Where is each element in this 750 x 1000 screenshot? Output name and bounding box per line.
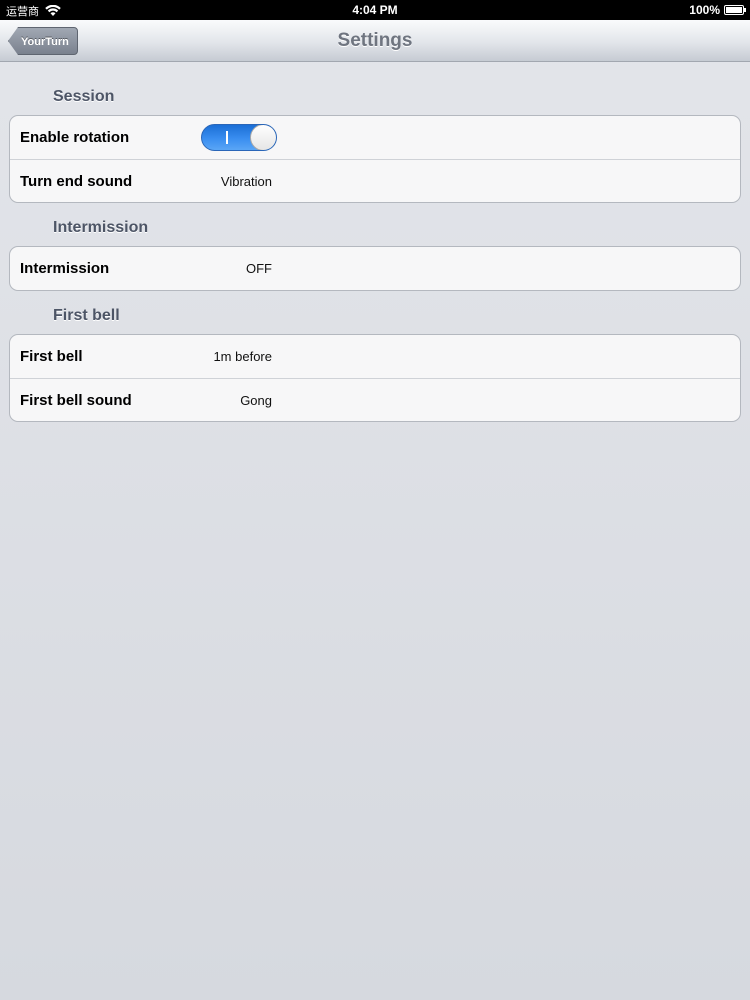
row-label: First bell sound xyxy=(20,392,132,409)
section-header-session: Session xyxy=(53,88,115,105)
toggle-on-mark-icon xyxy=(226,131,228,144)
row-label: First bell xyxy=(20,348,83,365)
enable-rotation-toggle[interactable] xyxy=(201,124,277,151)
row-value: Vibration xyxy=(220,174,272,189)
battery-percent: 100% xyxy=(689,3,720,17)
row-intermission[interactable]: Intermission OFF xyxy=(10,247,740,290)
row-first-bell[interactable]: First bell 1m before xyxy=(10,335,740,378)
group-intermission: Intermission OFF xyxy=(9,246,741,291)
row-value: 1m before xyxy=(213,349,272,364)
toggle-knob[interactable] xyxy=(250,125,276,150)
status-time: 4:04 PM xyxy=(352,3,398,17)
group-session: Enable rotation Turn end sound Vibration xyxy=(9,115,741,203)
page-title: Settings xyxy=(337,30,413,51)
section-header-intermission: Intermission xyxy=(53,219,149,236)
row-first-bell-sound[interactable]: First bell sound Gong xyxy=(10,378,740,421)
navigation-bar: YourTurn Settings xyxy=(0,20,750,62)
status-right: 100% xyxy=(689,3,746,17)
row-value: Gong xyxy=(240,393,272,408)
row-value: OFF xyxy=(246,261,272,276)
row-label: Enable rotation xyxy=(20,129,130,146)
row-enable-rotation[interactable]: Enable rotation xyxy=(10,116,740,159)
section-header-first-bell: First bell xyxy=(53,307,120,324)
row-turn-end-sound[interactable]: Turn end sound Vibration xyxy=(10,159,740,202)
row-label: Turn end sound xyxy=(20,173,133,190)
row-label: Intermission xyxy=(20,260,110,277)
status-bar: 运营商 4:04 PM 100% xyxy=(0,0,750,20)
battery-icon xyxy=(724,5,746,15)
group-first-bell: First bell 1m before First bell sound Go… xyxy=(9,334,741,422)
